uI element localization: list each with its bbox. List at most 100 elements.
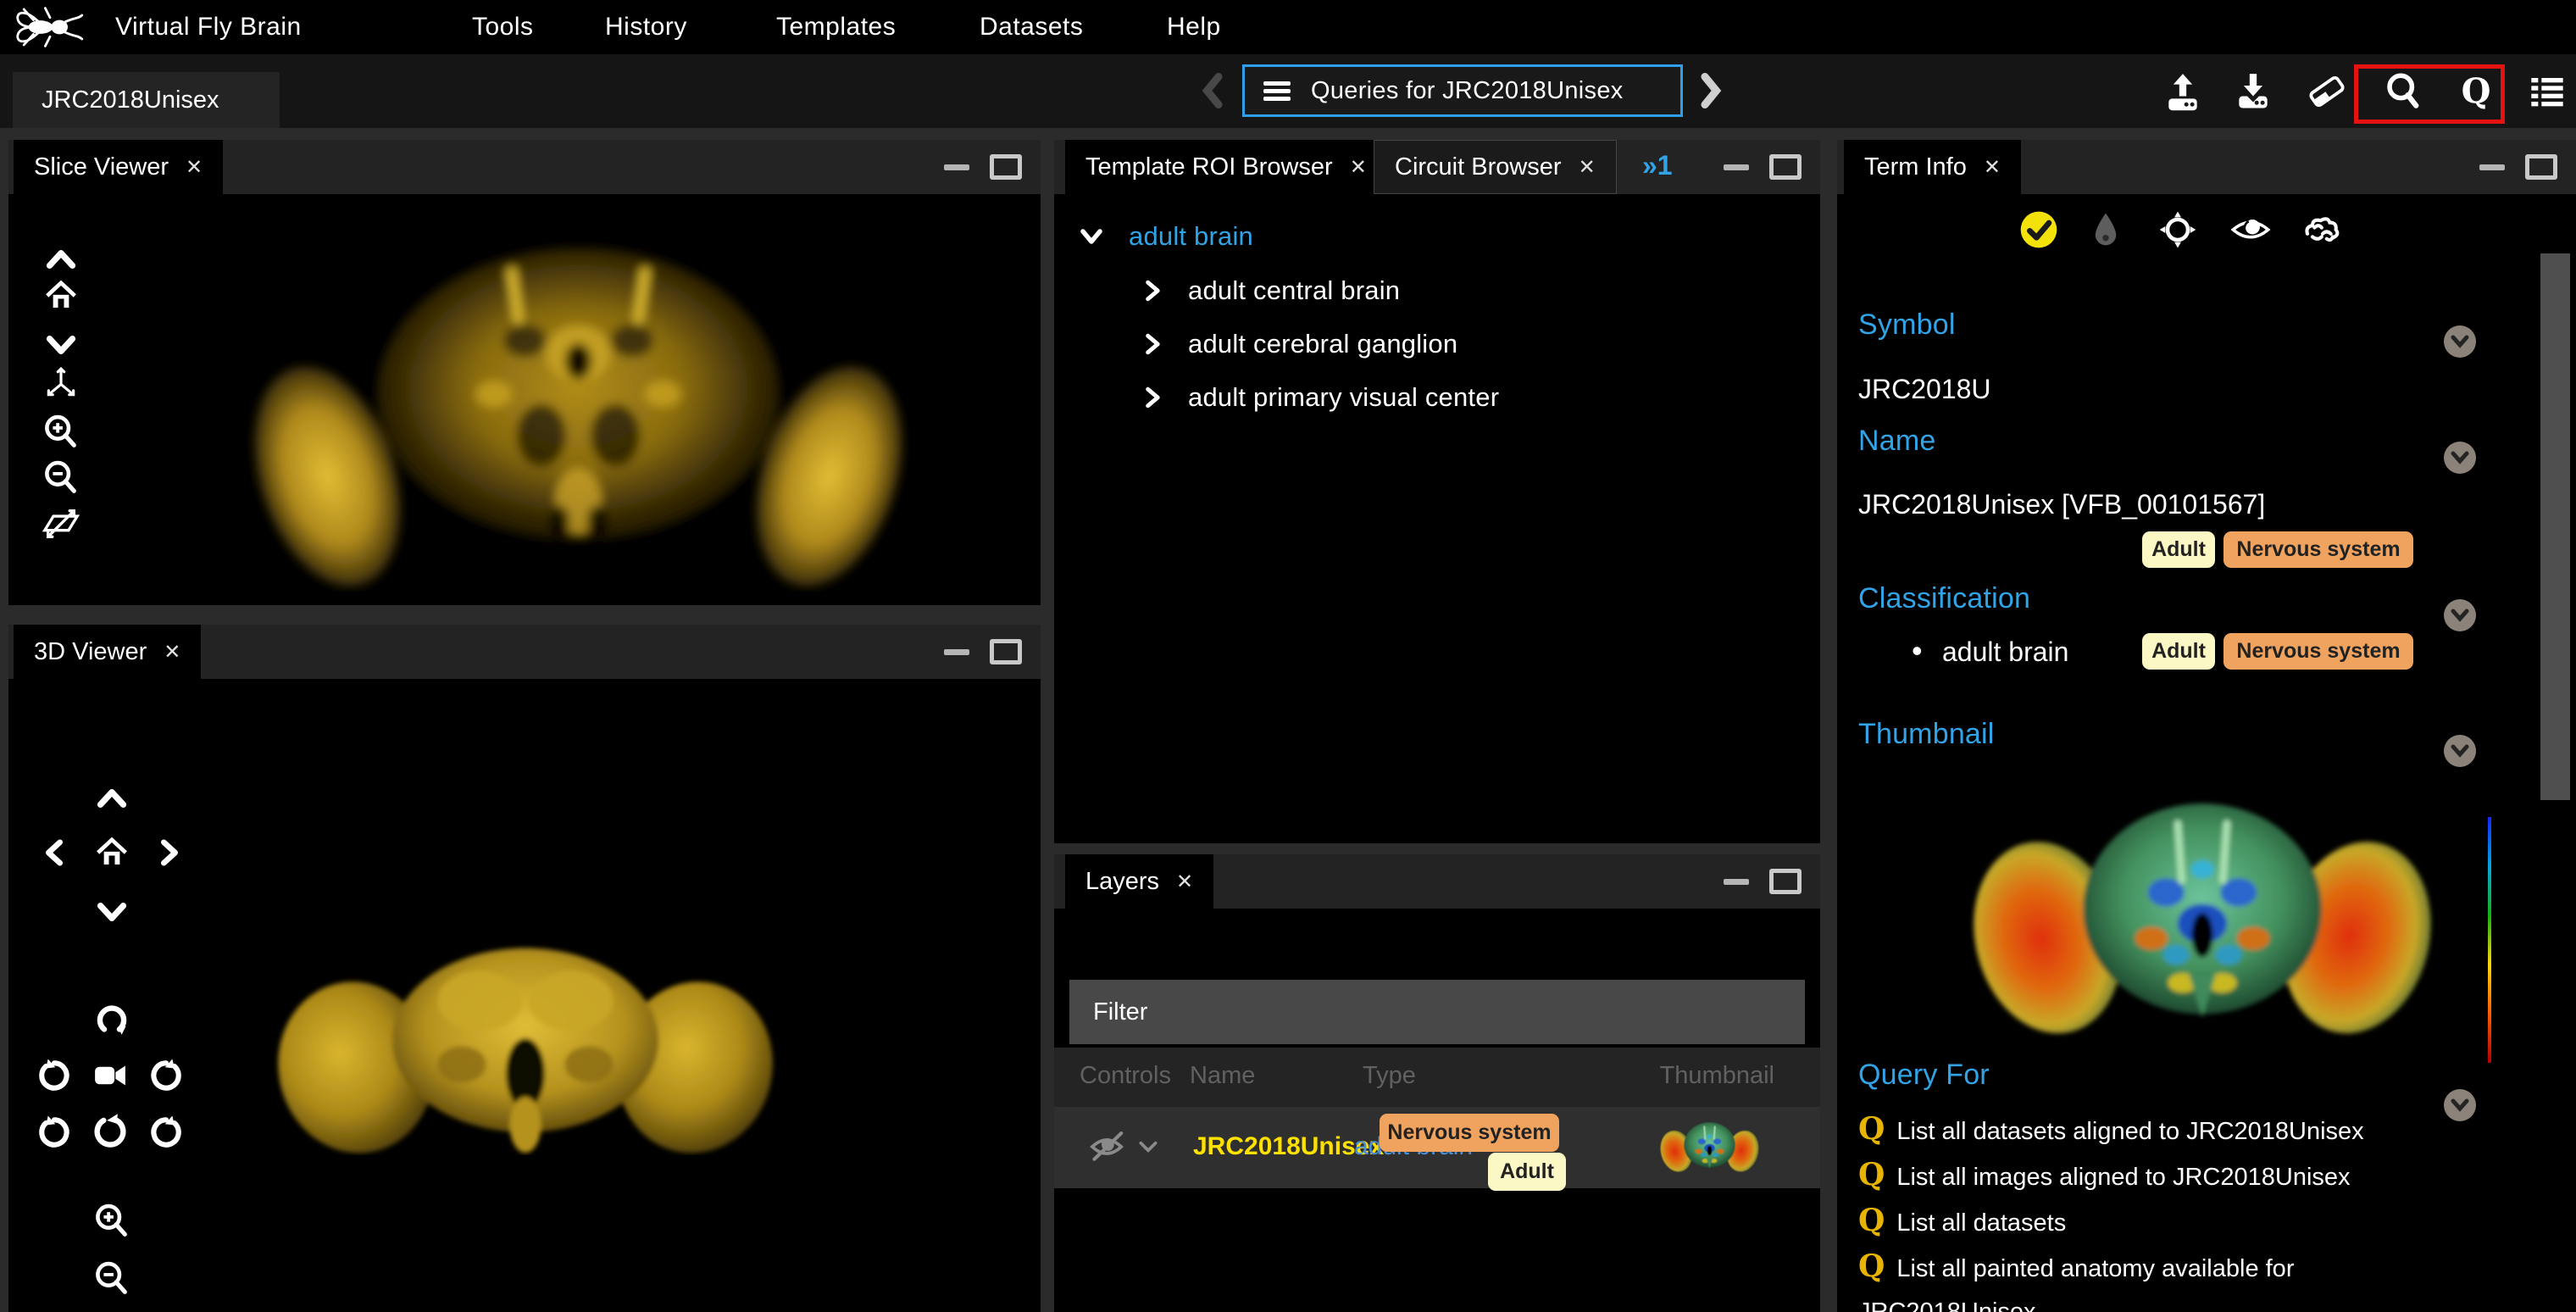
close-icon[interactable]: ✕ [164,640,180,664]
chevron-down-icon[interactable] [1076,221,1107,252]
slice-axes-icon[interactable] [41,362,81,403]
minimize-icon[interactable] [2479,164,2505,170]
nav-item-datasets[interactable]: Datasets [980,0,1083,54]
tab-overflow-badge[interactable]: »1 [1642,150,1673,181]
collapse-name-icon[interactable] [2444,442,2476,474]
zoom-in-icon[interactable] [92,1201,132,1242]
zoom-out-icon[interactable] [92,1259,132,1299]
tag-adult: Adult [1488,1153,1566,1191]
upload-icon[interactable] [2161,69,2205,114]
minimize-icon[interactable] [944,164,969,170]
tab-circuit-browser[interactable]: Circuit Browser ✕ [1374,140,1617,194]
tree-item-adult-primary-visual-center[interactable]: adult primary visual center [1139,382,1499,413]
eraser-icon[interactable] [2305,69,2349,114]
col-name: Name [1190,1062,1255,1090]
rotate-ccw-icon[interactable] [34,1055,75,1096]
search-magnifier-icon[interactable] [2381,69,2425,114]
roi-browser-title: Template ROI Browser [1085,153,1333,181]
layers-filter-input[interactable]: Filter [1069,980,1805,1044]
classification-item-link[interactable]: adult brain [1942,637,2068,668]
3d-viewer-canvas[interactable] [8,679,1041,1312]
nav-item-help[interactable]: Help [1167,0,1221,54]
selected-check-icon[interactable] [2018,209,2059,250]
close-icon[interactable]: ✕ [186,155,203,180]
eye-icon[interactable] [2230,209,2271,250]
vfb-fly-logo-icon[interactable] [14,3,86,55]
layer-options-chevron-icon[interactable] [1137,1137,1159,1160]
slice-up-icon[interactable] [41,239,81,280]
name-label: Name [1858,425,1936,458]
visibility-off-icon[interactable] [1088,1127,1134,1170]
rotate-orbit-icon[interactable] [92,999,132,1040]
brain-slice-image [203,230,953,592]
maximize-icon[interactable] [1769,154,1802,180]
maximize-icon[interactable] [990,639,1022,664]
center-target-icon[interactable] [2157,209,2198,250]
col-controls: Controls [1080,1062,1171,1090]
search-prev-icon[interactable] [1198,71,1229,110]
term-info-scrollbar[interactable] [2540,253,2570,800]
pan-right-icon[interactable] [149,832,190,873]
query-link[interactable]: QList all datasets [1858,1199,2409,1245]
search-next-icon[interactable] [1695,71,1725,110]
chevron-right-icon[interactable] [1139,277,1166,304]
close-icon[interactable]: ✕ [1984,155,2001,180]
slice-zoom-out-icon[interactable] [41,458,81,498]
roll-cw-icon[interactable] [146,1112,186,1153]
nav-item-history[interactable]: History [605,0,687,54]
tree-item-adult-cerebral-ganglion[interactable]: adult cerebral ganglion [1139,329,1457,359]
slice-home-icon[interactable] [41,275,81,316]
close-icon[interactable]: ✕ [1350,155,1367,180]
tab-jrc2018unisex[interactable]: JRC2018Unisex [13,72,280,128]
collapse-symbol-icon[interactable] [2444,325,2476,358]
brain-scribble-icon[interactable] [2302,209,2343,250]
slice-viewer-canvas[interactable] [8,194,1041,605]
camera-icon[interactable] [90,1055,130,1096]
search-input[interactable]: Queries for JRC2018Unisex [1242,64,1683,117]
hamburger-icon[interactable] [1263,78,1291,104]
maximize-icon[interactable] [2525,154,2557,180]
collapse-thumbnail-icon[interactable] [2444,735,2476,767]
minimize-icon[interactable] [1724,879,1749,885]
nav-brand[interactable]: Virtual Fly Brain [115,0,302,54]
tree-item-adult-brain[interactable]: adult brain [1076,221,1253,252]
nav-item-templates[interactable]: Templates [776,0,896,54]
home-view-icon[interactable] [92,832,132,873]
query-link[interactable]: QList all painted anatomy available for … [1858,1245,2409,1312]
layers-table-row[interactable]: JRC2018Unisex adult brain Nervous system… [1054,1107,1820,1188]
maximize-icon[interactable] [1769,869,1802,894]
tree-item-adult-central-brain[interactable]: adult central brain [1139,275,1400,306]
slice-zoom-in-icon[interactable] [41,412,81,453]
collapse-query-for-icon[interactable] [2444,1089,2476,1121]
maximize-icon[interactable] [990,154,1022,180]
pan-up-icon[interactable] [92,778,132,819]
query-list: QList all datasets aligned to JRC2018Uni… [1858,1108,2409,1312]
tab-term-info[interactable]: Term Info ✕ [1844,140,2021,194]
rotate-cw-icon[interactable] [146,1055,186,1096]
slice-plane-icon[interactable] [41,503,81,544]
tab-template-roi-browser[interactable]: Template ROI Browser ✕ [1065,140,1387,194]
close-icon[interactable]: ✕ [1579,155,1596,180]
query-link[interactable]: QList all datasets aligned to JRC2018Uni… [1858,1108,2409,1154]
tab-slice-viewer[interactable]: Slice Viewer ✕ [14,140,223,194]
collapse-classification-icon[interactable] [2444,599,2476,631]
chevron-right-icon[interactable] [1139,384,1166,411]
tab-layers[interactable]: Layers ✕ [1065,854,1213,909]
pan-left-icon[interactable] [34,832,75,873]
slice-down-icon[interactable] [41,325,81,365]
roll-ccw-icon[interactable] [34,1112,75,1153]
tab-3d-viewer[interactable]: 3D Viewer ✕ [14,625,201,679]
layers-content: Filter Controls Name Type Thumbnail JRC2… [1054,909,1820,1312]
nav-item-tools[interactable]: Tools [472,0,534,54]
close-icon[interactable]: ✕ [1176,870,1193,894]
query-link[interactable]: QList all images aligned to JRC2018Unise… [1858,1154,2409,1199]
reset-rotation-icon[interactable] [90,1112,130,1153]
color-droplet-icon[interactable] [2085,209,2126,250]
download-icon[interactable] [2231,69,2275,114]
query-search-icon[interactable]: Q [2454,69,2498,114]
minimize-icon[interactable] [1724,164,1749,170]
chevron-right-icon[interactable] [1139,331,1166,358]
results-list-icon[interactable] [2525,69,2569,114]
pan-down-icon[interactable] [92,892,132,932]
minimize-icon[interactable] [944,649,969,655]
